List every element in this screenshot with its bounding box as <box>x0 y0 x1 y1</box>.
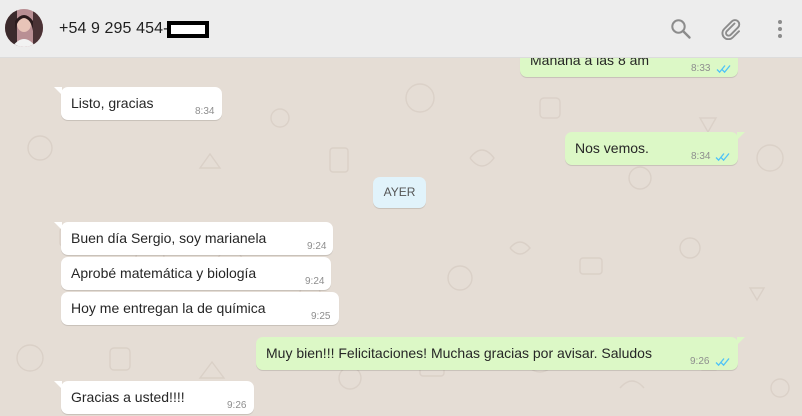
message-text: Listo, gracias <box>71 95 154 111</box>
message-bubble-incoming[interactable]: Gracias a usted!!!! 9:26 <box>54 381 254 414</box>
chat-area[interactable]: Mañana a las 8 am 8:33 Listo, gracias 8:… <box>0 58 802 416</box>
paperclip-icon[interactable] <box>720 18 742 40</box>
redaction-box <box>167 21 209 38</box>
message-bubble-outgoing[interactable]: Nos vemos. 8:34 <box>565 132 745 165</box>
message-time: 9:24 <box>305 276 325 287</box>
message-time: 9:26 <box>690 356 710 367</box>
message-time: 9:25 <box>311 311 331 322</box>
message-text: Mañana a las 8 am <box>530 58 650 68</box>
message-time: 9:26 <box>227 400 247 411</box>
message-text: Hoy me entregan la de química <box>71 300 266 316</box>
chat-header: +54 9 295 454- <box>0 0 802 58</box>
message-time: 8:33 <box>691 63 711 74</box>
day-divider: AYER <box>373 177 426 208</box>
read-receipt-icon <box>715 153 730 162</box>
contact-name[interactable]: +54 9 295 454- <box>59 20 169 38</box>
message-bubble-incoming[interactable]: Hoy me entregan la de química 9:25 <box>61 292 339 325</box>
message-text: Gracias a usted!!!! <box>71 389 185 405</box>
message-bubble-outgoing[interactable]: Muy bien!!! Felicitaciones! Muchas graci… <box>256 337 745 370</box>
message-time: 9:24 <box>307 241 327 252</box>
message-bubble-incoming[interactable]: Listo, gracias 8:34 <box>54 87 222 120</box>
message-time: 8:34 <box>195 106 215 117</box>
message-text: Aprobé matemática y biología <box>71 265 257 281</box>
message-bubble-incoming[interactable]: Aprobé matemática y biología 9:24 <box>61 257 331 290</box>
message-text: Buen día Sergio, soy marianela <box>71 230 267 246</box>
contact-avatar[interactable] <box>5 9 43 47</box>
read-receipt-icon <box>716 65 731 74</box>
message-time: 8:34 <box>691 151 711 162</box>
message-bubble-outgoing[interactable]: Mañana a las 8 am 8:33 <box>520 58 738 77</box>
read-receipt-icon <box>715 358 730 367</box>
more-options-icon[interactable] <box>769 18 791 40</box>
message-text: Nos vemos. <box>575 140 649 156</box>
message-bubble-incoming[interactable]: Buen día Sergio, soy marianela 9:24 <box>54 222 333 255</box>
search-icon[interactable] <box>670 18 692 40</box>
message-text: Muy bien!!! Felicitaciones! Muchas graci… <box>266 345 652 361</box>
